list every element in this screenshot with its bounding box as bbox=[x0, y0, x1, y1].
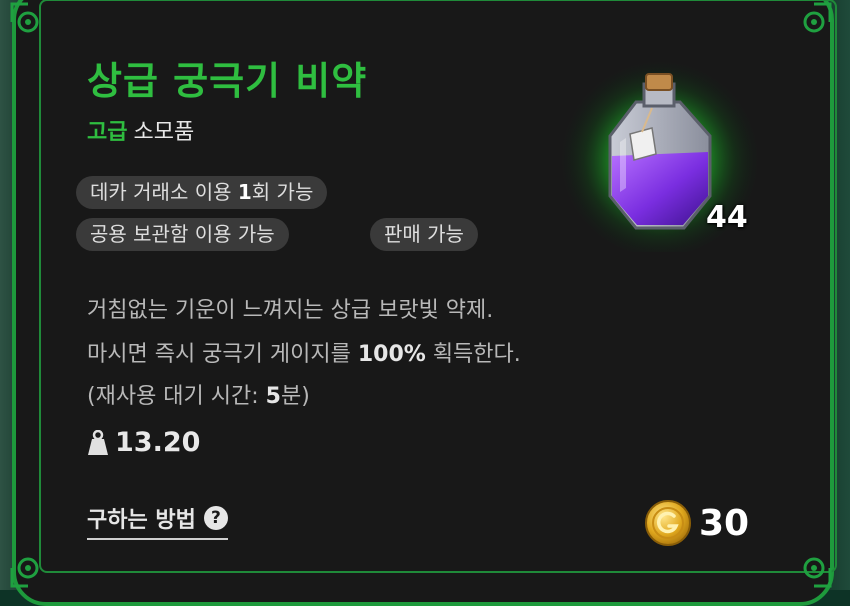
weight-icon bbox=[88, 429, 108, 455]
stack-count: 44 bbox=[706, 200, 748, 235]
help-icon[interactable]: ? bbox=[203, 506, 228, 530]
cooldown-label: (재사용 대기 시간: bbox=[87, 384, 266, 409]
item-name: 상급 궁극기 비약 bbox=[87, 59, 368, 103]
how-to-obtain-link[interactable]: 구하는 방법 ? bbox=[87, 502, 228, 540]
weight-row: 13.20 bbox=[87, 427, 200, 458]
description-text-2-end: 획득한다. bbox=[425, 342, 521, 367]
gold-coin-icon bbox=[645, 500, 691, 546]
tag-exchange-suffix: 회 가능 bbox=[251, 180, 314, 204]
tag-shared-storage: 공용 보관함 이용 가능 bbox=[76, 218, 289, 251]
description-percent: 100% bbox=[357, 342, 426, 367]
item-category: 소모품 bbox=[133, 120, 195, 145]
cooldown-unit: 분) bbox=[280, 384, 310, 409]
corner-ornament-bottom-right bbox=[790, 546, 834, 590]
tag-sellable-label: 판매 가능 bbox=[384, 222, 464, 246]
description-line-1: 거침없는 기운이 느껴지는 상급 보랏빛 약제. bbox=[87, 296, 493, 326]
how-to-obtain-label: 구하는 방법 bbox=[87, 508, 196, 533]
tag-exchange-text: 데카 거래소 이용 bbox=[90, 180, 238, 204]
corner-ornament-top-left bbox=[8, 0, 52, 44]
tag-exchange-limit: 데카 거래소 이용 1회 가능 bbox=[76, 176, 328, 209]
cooldown-value: 5 bbox=[265, 384, 281, 409]
item-grade-line: 고급 소모품 bbox=[87, 117, 194, 149]
price-row: 30 bbox=[643, 498, 749, 548]
tag-sellable: 판매 가능 bbox=[370, 218, 478, 251]
description-line-2: 마시면 즉시 궁극기 게이지를 100% 획득한다. bbox=[87, 340, 521, 370]
price-value: 30 bbox=[699, 502, 750, 544]
description-text-1: 거침없는 기운이 느껴지는 상급 보랏빛 약제. bbox=[87, 298, 494, 323]
corner-ornament-bottom-left bbox=[8, 546, 52, 590]
tag-shared-storage-label: 공용 보관함 이용 가능 bbox=[90, 222, 275, 246]
corner-ornament-top-right bbox=[790, 0, 834, 44]
weight-value: 13.20 bbox=[115, 427, 201, 458]
item-grade: 고급 bbox=[87, 120, 128, 145]
description-text-2: 마시면 즉시 궁극기 게이지를 bbox=[87, 342, 358, 367]
description-line-3: (재사용 대기 시간: 5분) bbox=[87, 382, 310, 412]
tag-exchange-count: 1 bbox=[237, 180, 252, 204]
